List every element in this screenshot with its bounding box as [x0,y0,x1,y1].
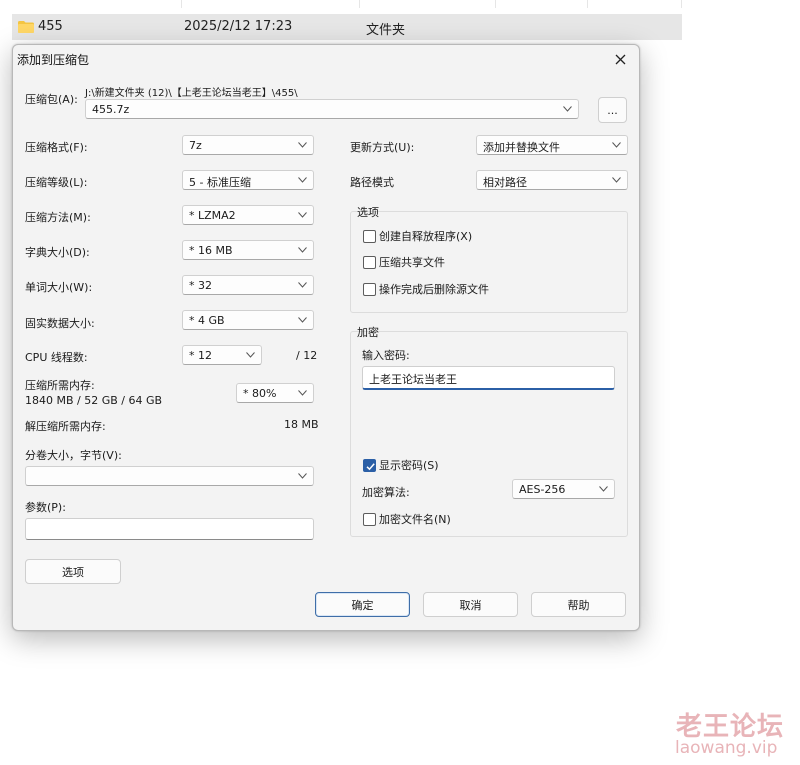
format-value: 7z [189,139,202,152]
solid-label: 固实数据大小: [25,317,95,330]
split-size-combo[interactable] [25,466,314,486]
update-label: 更新方式(U): [350,141,415,154]
format-label: 压缩格式(F): [25,141,88,154]
encrypt-filenames-checkbox[interactable]: 加密文件名(N) [363,511,451,527]
chevron-down-icon [298,177,307,183]
params-label: 参数(P): [25,501,66,514]
file-modified: 2025/2/12 17:23 [184,19,293,34]
level-select[interactable]: 5 - 标准压缩 [182,170,314,190]
dict-value: * 16 MB [189,244,233,257]
pathmode-value: 相对路径 [483,176,527,189]
options-button[interactable]: 选项 [25,559,121,584]
ok-button[interactable]: 确定 [315,592,410,617]
column-header-stub [12,0,182,8]
file-type: 文件夹 [366,23,406,38]
password-value: 上老王论坛当老王 [369,373,457,386]
update-mode-select[interactable]: 添加并替换文件 [476,135,628,155]
params-input[interactable] [25,518,314,540]
show-password-text: 显示密码(S) [379,459,439,472]
column-header-stub [588,0,682,8]
encrypt-method-select[interactable]: AES-256 [512,479,615,499]
delete-after-text: 操作完成后删除源文件 [379,283,489,296]
update-value: 添加并替换文件 [483,141,560,154]
show-password-checkbox[interactable]: 显示密码(S) [363,457,439,473]
password-input[interactable]: 上老王论坛当老王 [362,366,615,390]
watermark-url: laowang.vip [675,738,778,758]
chevron-down-icon [298,142,307,148]
split-label: 分卷大小，字节(V): [25,449,122,462]
mem-usage-select[interactable]: * 80% [236,383,314,403]
folder-icon [18,21,34,33]
checkbox-box [363,255,376,269]
close-button[interactable] [607,48,633,70]
method-value: * LZMA2 [189,209,236,222]
cpu-value: * 12 [189,349,212,362]
column-header-stub [360,0,496,8]
archive-label: 压缩包(A): [25,93,78,106]
delete-after-checkbox[interactable]: 操作完成后删除源文件 [363,281,489,297]
mem-usage-value: * 80% [243,387,277,400]
archive-path: J:\新建文件夹 (12)\【上老王论坛当老王】\455\ [85,88,298,99]
chevron-down-icon [298,282,307,288]
password-label: 输入密码: [362,349,410,362]
encrypt-method-label: 加密算法: [362,486,410,499]
solid-value: * 4 GB [189,314,225,327]
level-label: 压缩等级(L): [25,176,88,189]
create-sfx-text: 创建自释放程序(X) [379,230,473,243]
file-row-455[interactable]: 455 2025/2/12 17:23 文件夹 [12,14,682,40]
options-group-title: 选项 [357,206,379,219]
path-mode-select[interactable]: 相对路径 [476,170,628,190]
word-label: 单词大小(W): [25,281,93,294]
mem-compress-label: 压缩所需内存: [25,379,95,392]
method-label: 压缩方法(M): [25,211,91,224]
chevron-down-icon [298,212,307,218]
mem-decompress-value: 18 MB [284,418,319,431]
checkbox-box [363,229,376,243]
column-header-stub [496,0,588,8]
chevron-down-icon [298,247,307,253]
cpu-max: / 12 [296,349,318,362]
encrypt-filenames-text: 加密文件名(N) [379,513,451,526]
create-sfx-checkbox[interactable]: 创建自释放程序(X) [363,228,472,244]
checkbox-checked-icon [363,458,376,472]
format-select[interactable]: 7z [182,135,314,155]
level-value: 5 - 标准压缩 [189,176,251,189]
mem-decompress-label: 解压缩所需内存: [25,420,106,433]
cancel-button[interactable]: 取消 [423,592,518,617]
archive-filename-combo[interactable]: 455.7z [85,99,579,119]
chevron-down-icon [599,486,608,492]
word-select[interactable]: * 32 [182,275,314,295]
cpu-label: CPU 线程数: [25,351,88,364]
solid-select[interactable]: * 4 GB [182,310,314,330]
compress-shared-text: 压缩共享文件 [379,256,445,269]
word-value: * 32 [189,279,212,292]
chevron-down-icon [612,142,621,148]
add-to-archive-dialog: 添加到压缩包 压缩包(A): J:\新建文件夹 (12)\【上老王论坛当老王】\… [12,44,640,631]
checkbox-box [363,512,376,526]
chevron-down-icon [612,177,621,183]
method-select[interactable]: * LZMA2 [182,205,314,225]
compress-shared-checkbox[interactable]: 压缩共享文件 [363,254,445,270]
dialog-title: 添加到压缩包 [17,53,90,67]
dict-label: 字典大小(D): [25,246,90,259]
browse-button[interactable]: ... [598,97,627,123]
checkbox-box [363,282,376,296]
file-name: 455 [38,19,63,34]
chevron-down-icon [298,473,307,479]
chevron-down-icon [246,352,255,358]
archive-filename: 455.7z [92,103,130,116]
encryption-group-title: 加密 [357,326,379,339]
column-header-stub [182,0,360,8]
chevron-down-icon [563,106,572,112]
encrypt-method-value: AES-256 [519,483,566,496]
chevron-down-icon [298,317,307,323]
chevron-down-icon [298,390,307,396]
close-icon [615,54,625,64]
cpu-select[interactable]: * 12 [182,345,262,365]
mem-compress-detail: 1840 MB / 52 GB / 64 GB [25,394,163,407]
dict-select[interactable]: * 16 MB [182,240,314,260]
pathmode-label: 路径模式 [350,176,394,189]
help-button[interactable]: 帮助 [531,592,626,617]
